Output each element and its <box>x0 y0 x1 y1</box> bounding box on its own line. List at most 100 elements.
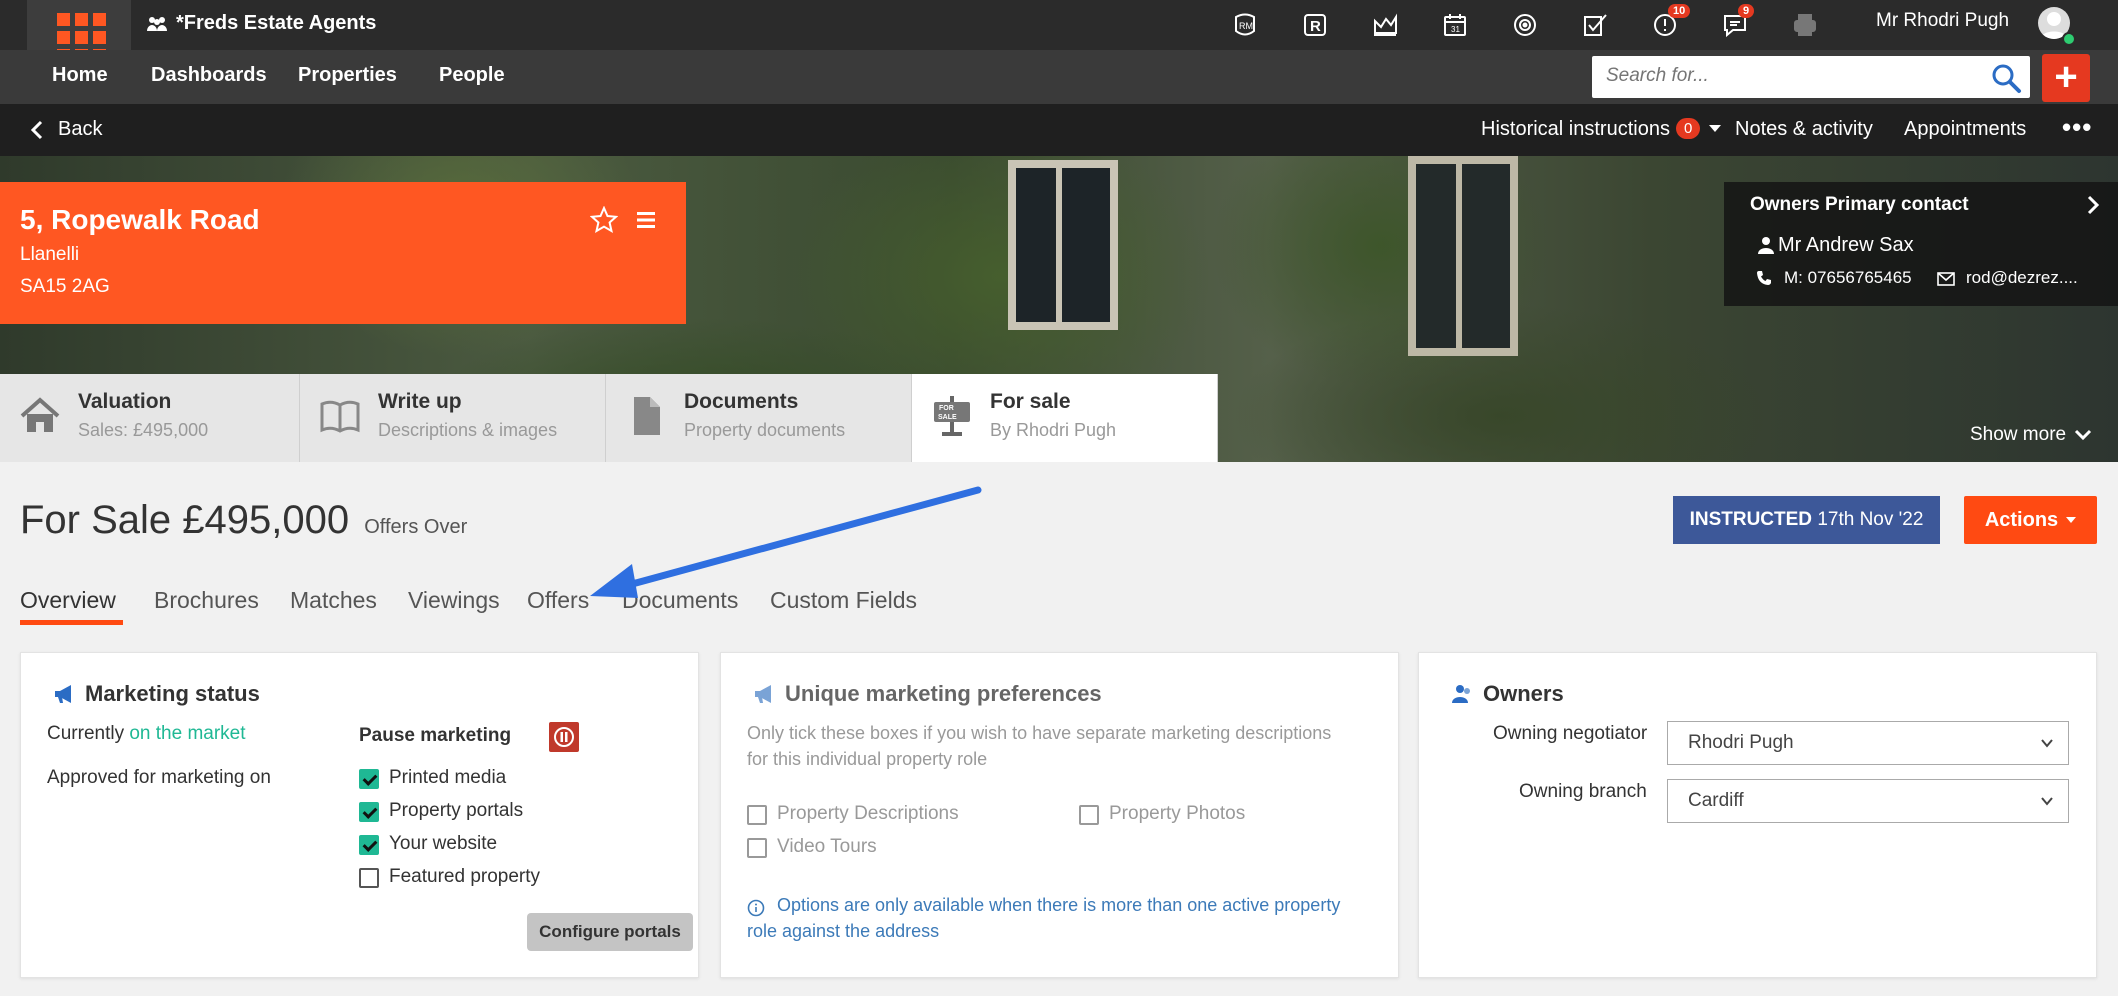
historical-count-badge: 0 <box>1675 118 1701 139</box>
checkbox-label: Property Descriptions <box>777 803 959 824</box>
chevron-left-icon <box>30 120 43 139</box>
property-portals-checkbox[interactable] <box>359 802 379 822</box>
user-name[interactable]: Mr Rhodri Pugh <box>1876 10 2009 32</box>
property-postcode: SA15 2AG <box>20 276 110 297</box>
checkbox-label: Featured property <box>389 866 541 887</box>
alerts-icon[interactable]: 10 <box>1630 4 1700 44</box>
person-icon <box>1758 237 1774 254</box>
historical-instructions-link[interactable]: Historical instructions 0 <box>1481 118 1701 141</box>
people-group-icon <box>147 16 167 31</box>
tab-viewings[interactable]: Viewings <box>408 587 500 614</box>
for-sale-sign-icon: FOR SALE <box>934 396 970 436</box>
active-tab-indicator <box>20 620 123 625</box>
info-message-2: role against the address <box>747 921 940 941</box>
add-new-button[interactable]: + <box>2042 54 2090 102</box>
registered-r-icon[interactable]: R <box>1280 6 1350 44</box>
role-tab-write-up[interactable]: Write up Descriptions & images <box>300 374 606 462</box>
currently-status: Currently on the market <box>47 723 246 745</box>
property-photos-checkbox[interactable] <box>1079 805 1099 825</box>
chevron-down-icon <box>2041 739 2053 748</box>
primary-contact-mobile[interactable]: M: 07656765465 <box>1784 268 1912 288</box>
open-book-icon <box>320 400 360 433</box>
printer-icon[interactable] <box>1770 6 1840 44</box>
market-status-value: on the market <box>129 723 246 744</box>
role-tab-subtitle: By Rhodri Pugh <box>990 420 1117 440</box>
search-icon[interactable] <box>1990 62 2022 94</box>
pause-icon <box>554 727 574 747</box>
owning-branch-select[interactable]: Cardiff <box>1667 779 2069 823</box>
target-icon[interactable] <box>1490 6 1560 44</box>
actions-dropdown-button[interactable]: Actions <box>1964 496 2097 544</box>
hamburger-menu-icon[interactable] <box>636 210 656 230</box>
star-favourite-icon[interactable] <box>590 206 618 234</box>
nav-properties[interactable]: Properties <box>298 64 397 87</box>
chart-icon[interactable] <box>1350 6 1420 44</box>
role-tab-title: Valuation <box>78 390 172 413</box>
pause-marketing-label: Pause marketing <box>359 725 512 746</box>
marketing-status-panel: Marketing status Currently on the market… <box>20 652 699 978</box>
checkbox-label: Property Photos <box>1109 803 1246 824</box>
owning-negotiator-value: Rhodri Pugh <box>1688 732 1794 753</box>
owning-negotiator-label: Owning negotiator <box>1493 723 1648 744</box>
property-descriptions-checkbox[interactable] <box>747 805 767 825</box>
primary-contact-panel[interactable]: Owners Primary contact Mr Andrew Sax M: … <box>1724 182 2118 306</box>
tab-brochures[interactable]: Brochures <box>154 587 259 614</box>
tab-overview[interactable]: Overview <box>20 587 116 614</box>
primary-contact-email[interactable]: rod@dezrez.... <box>1966 268 2078 288</box>
featured-property-checkbox[interactable] <box>359 868 379 888</box>
tab-matches[interactable]: Matches <box>290 587 377 614</box>
more-options-icon[interactable]: ••• <box>2062 112 2092 143</box>
search-box <box>1592 56 2030 98</box>
owning-branch-value: Cardiff <box>1688 790 1744 811</box>
pause-marketing-button[interactable] <box>549 722 579 752</box>
chevron-down-icon <box>2075 429 2092 441</box>
listing-price-text: For Sale £495,000 <box>20 498 350 542</box>
checkbox-label: Your website <box>389 833 498 854</box>
rightmove-icon[interactable]: RM <box>1210 6 1280 44</box>
annotation-arrow <box>590 486 982 598</box>
show-more-label: Show more <box>1970 424 2067 445</box>
show-more-button[interactable]: Show more <box>1970 424 2092 446</box>
tasks-check-icon[interactable] <box>1560 6 1630 44</box>
unique-prefs-description: Only tick these boxes if you wish to hav… <box>747 723 1332 743</box>
calendar-icon[interactable]: 31 <box>1420 6 1490 44</box>
role-tab-title: Documents <box>684 390 799 413</box>
owners-panel: Owners Owning negotiator Rhodri Pugh Own… <box>1418 652 2097 978</box>
megaphone-icon <box>55 685 71 703</box>
owners-people-icon <box>1452 685 1470 703</box>
appointments-link[interactable]: Appointments <box>1904 118 2026 141</box>
info-icon <box>747 899 765 917</box>
notes-activity-link[interactable]: Notes & activity <box>1735 118 1873 141</box>
video-tours-checkbox[interactable] <box>747 838 767 858</box>
info-message: Options are only available when there is… <box>777 895 1341 915</box>
nav-people[interactable]: People <box>439 64 505 87</box>
document-icon <box>634 397 660 435</box>
panel-title: Marketing status <box>85 681 260 706</box>
search-input[interactable] <box>1592 56 1952 96</box>
role-tab-valuation[interactable]: Valuation Sales: £495,000 <box>0 374 300 462</box>
instructed-date: 17th Nov '22 <box>1817 509 1924 530</box>
role-tab-documents[interactable]: Documents Property documents <box>606 374 912 462</box>
your-website-checkbox[interactable] <box>359 835 379 855</box>
instructed-label: INSTRUCTED <box>1689 509 1813 530</box>
svg-text:RM: RM <box>1239 21 1253 31</box>
nav-home[interactable]: Home <box>52 64 108 87</box>
chevron-right-icon[interactable] <box>2084 194 2102 216</box>
checkbox-label: Video Tours <box>777 836 877 857</box>
agency-switcher[interactable]: *Freds Estate Agents <box>146 12 376 35</box>
messages-icon[interactable]: 9 <box>1700 4 1770 44</box>
nav-dashboards[interactable]: Dashboards <box>151 64 267 87</box>
printed-media-checkbox[interactable] <box>359 769 379 789</box>
role-tab-for-sale[interactable]: FOR SALE For sale By Rhodri Pugh <box>912 374 1218 462</box>
instructed-status-badge[interactable]: INSTRUCTED 17th Nov '22 <box>1673 496 1940 544</box>
role-tab-title: For sale <box>990 390 1071 413</box>
house-icon <box>20 397 60 432</box>
phone-icon <box>1757 271 1771 285</box>
configure-portals-button[interactable]: Configure portals <box>527 913 693 951</box>
panel-title: Owners <box>1483 681 1564 706</box>
caret-down-icon[interactable] <box>1709 125 1721 132</box>
primary-contact-name: Mr Andrew Sax <box>1778 234 1914 256</box>
owning-negotiator-select[interactable]: Rhodri Pugh <box>1667 721 2069 765</box>
price-qualifier: Offers Over <box>364 516 468 538</box>
back-button[interactable]: Back <box>30 118 102 141</box>
